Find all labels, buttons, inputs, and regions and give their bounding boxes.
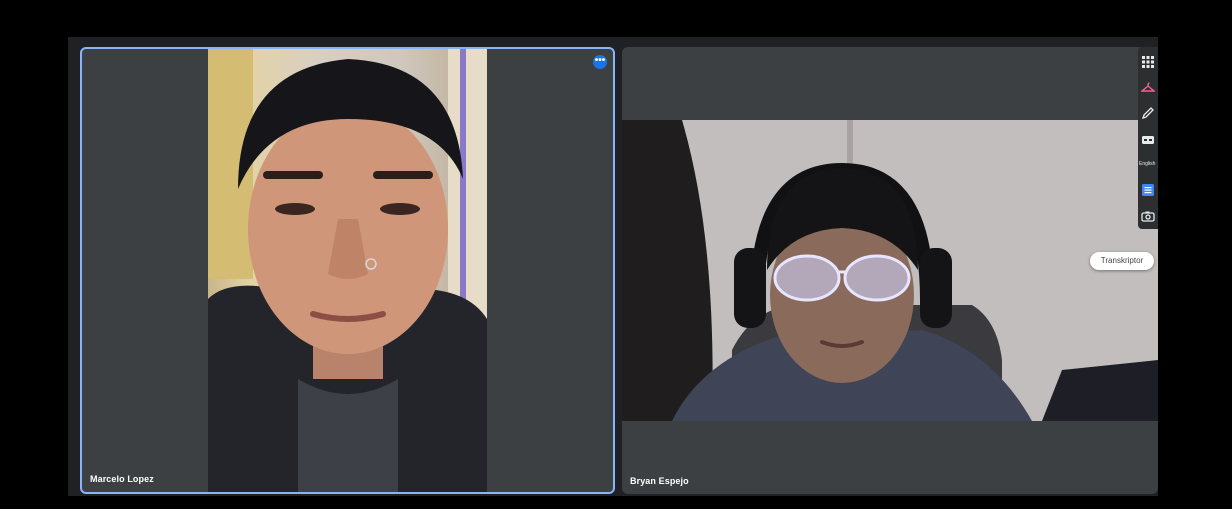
shelf-right (448, 49, 487, 329)
right-eyebrow (373, 171, 433, 179)
glasses-right (843, 254, 911, 302)
extension-side-toolbar: English (1138, 47, 1158, 229)
meeting-stage: ••• Marcelo Lopez Bryan Espejo (68, 37, 1158, 496)
right-eye (380, 203, 420, 215)
participant-name-label: Marcelo Lopez (90, 474, 154, 484)
camera-icon-glyph (1141, 211, 1155, 222)
glasses-left (773, 254, 841, 302)
left-eyebrow (263, 171, 323, 179)
camera-icon[interactable] (1141, 209, 1155, 223)
shirt (298, 379, 398, 492)
pen-icon-glyph (1141, 107, 1154, 120)
participant-video-marcelo (208, 49, 487, 492)
caption-language-label[interactable]: English (1139, 161, 1157, 167)
notes-icon[interactable] (1141, 183, 1155, 197)
pen-icon[interactable] (1141, 106, 1155, 120)
video-feed-marcelo (208, 49, 487, 492)
transkriptor-badge[interactable]: Transkriptor (1090, 252, 1154, 270)
grid-icon-glyph (1142, 56, 1154, 68)
video-feed-bryan (622, 120, 1158, 421)
cc-icon[interactable] (1141, 133, 1155, 147)
cc-icon-glyph (1142, 136, 1154, 144)
left-eye (275, 203, 315, 215)
participant-name-label: Bryan Espejo (630, 476, 689, 486)
participant-video-bryan (622, 120, 1158, 421)
grid-icon[interactable] (1141, 55, 1155, 69)
participant-tile-marcelo[interactable]: ••• Marcelo Lopez (80, 47, 615, 494)
hanger-icon[interactable] (1140, 80, 1156, 94)
notes-icon-glyph (1142, 184, 1154, 196)
tile-more-options-button[interactable]: ••• (593, 55, 607, 69)
hanger-icon-glyph (1140, 82, 1156, 92)
headphone-left (734, 248, 766, 328)
shelf-post (460, 49, 466, 329)
participant-tile-bryan[interactable]: Bryan Espejo (622, 47, 1158, 494)
headphone-right (920, 248, 952, 328)
